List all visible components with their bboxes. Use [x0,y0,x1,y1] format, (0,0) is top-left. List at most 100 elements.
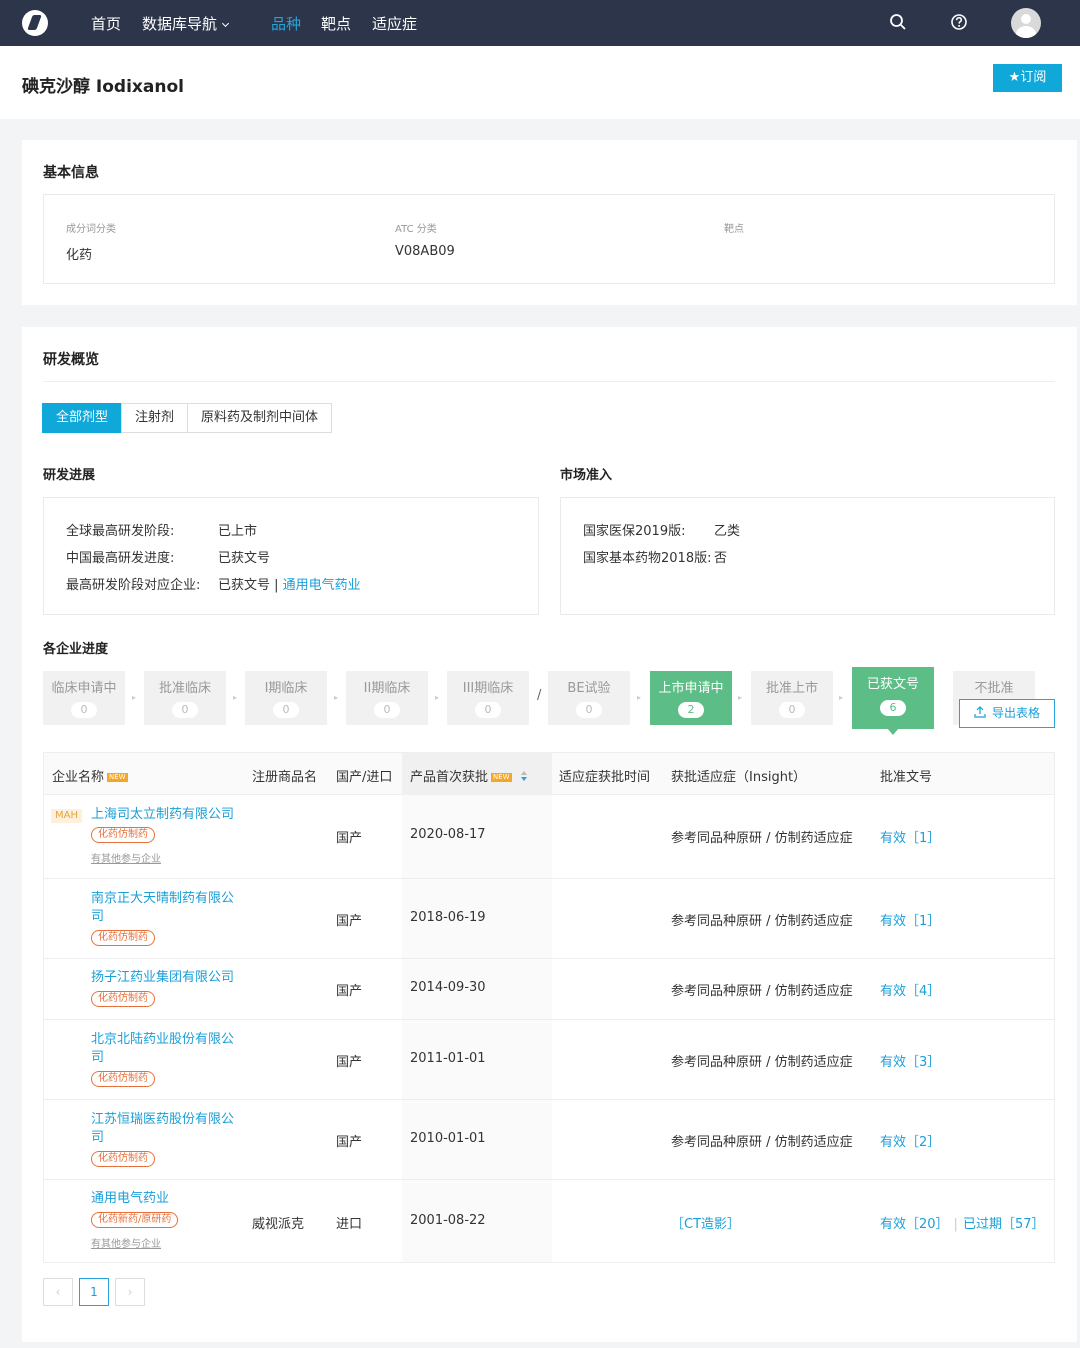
stage-clinical-application[interactable]: 临床申请中 0 [43,671,125,725]
approval-link[interactable]: 有效［1］ [880,827,940,846]
origin-cell: 国产 [336,831,363,846]
logo-icon[interactable] [22,10,48,36]
drug-type-tag: 化药仿制药 [91,1071,155,1087]
origin-cell: 进口 [336,1217,363,1232]
rd-overview-title: 研发概览 [43,352,99,368]
nav-variety[interactable]: 品种 [271,13,301,34]
origin-cell: 国产 [336,914,363,929]
stage-count: 0 [576,702,602,718]
field-value-atc: V08AB09 [395,244,455,259]
company-link[interactable]: 通用电气药业 [91,1190,236,1208]
company-link[interactable]: 江苏恒瑞医药股份有限公司 [91,1111,236,1147]
th-first-approval[interactable]: 产品首次获批 NEW [410,766,528,785]
approval-link[interactable]: 有效［1］ [880,910,940,929]
nav-indication[interactable]: 适应症 [372,13,417,34]
tab-all-dosage[interactable]: 全部剂型 [42,403,123,433]
table-row: 通用电气药业 化药新药/原研药 有其他参与企业 威视派克 进口 2001-08-… [44,1180,1054,1262]
table-header: 企业名称 NEW 注册商品名 国产/进口 产品首次获批 NEW 适应症获批时间 获批… [44,753,1054,795]
th-first-approval-label: 产品首次获批 [410,770,489,785]
stage-name: 临床申请中 [51,681,117,696]
insurance-label: 国家医保2019版: [583,524,686,539]
company-table: 企业名称 NEW 注册商品名 国产/进口 产品首次获批 NEW 适应症获批时间 获批… [43,752,1055,1263]
indication-cell: 参考同品种原研 / 仿制药适应症 [671,1055,853,1070]
stage-phase-1[interactable]: I期临床 0 [245,671,327,725]
insurance-value[interactable]: 乙类 [714,520,740,539]
other-companies-link[interactable]: 有其他参与企业 [91,850,161,865]
indication-cell: 参考同品种原研 / 仿制药适应症 [671,1135,853,1150]
approval-valid-link[interactable]: 有效［20］ [880,1217,949,1232]
top-company-status: 已获文号 | [218,578,283,593]
subscribe-button[interactable]: ★订阅 [993,64,1062,92]
stage-license-obtained[interactable]: 已获文号 6 [852,667,934,729]
stage-clinical-approved[interactable]: 批准临床 0 [144,671,226,725]
stage-name: BE试验 [567,681,611,696]
indication-cell: 参考同品种原研 / 仿制药适应症 [671,914,853,929]
tab-api-intermediate[interactable]: 原料药及制剂中间体 [187,403,333,433]
divider [43,381,1055,382]
company-link[interactable]: 南京正大天晴制药有限公司 [91,890,236,926]
help-icon[interactable] [950,13,968,31]
arrow-right-icon: ▸ [334,693,339,702]
stage-count: 0 [475,702,501,718]
export-icon [974,706,986,718]
brand-cell: 威视派克 [252,1217,305,1232]
arrow-right-icon: ▸ [132,693,137,702]
approval-expired-link[interactable]: 已过期［57］ [963,1217,1045,1232]
stage-market-application[interactable]: 上市申请中 2 [650,671,732,725]
stage-name: III期临床 [462,681,514,696]
th-indication-time: 适应症获批时间 [559,770,651,785]
nav-target[interactable]: 靶点 [321,13,351,34]
stage-count: 0 [172,702,198,718]
stage-be-trial[interactable]: BE试验 0 [548,671,630,725]
stage-separator: / [537,688,542,703]
arrow-right-icon: ▸ [637,693,642,702]
stage-name: II期临床 [363,681,411,696]
new-badge: NEW [107,773,128,782]
approval-link[interactable]: 有效［2］ [880,1131,940,1150]
next-page-button[interactable]: › [115,1278,145,1306]
nav-database-label: 数据库导航 [142,15,218,33]
basic-info-title: 基本信息 [43,165,99,181]
sort-icon[interactable] [520,770,528,782]
stage-count: 0 [779,702,805,718]
top-company-link[interactable]: 通用电气药业 [283,578,361,593]
drug-type-tag: 化药新药/原研药 [91,1212,179,1228]
chevron-down-icon [221,19,230,28]
stage-phase-3[interactable]: III期临床 0 [447,671,529,725]
top-navbar: 首页 数据库导航 品种 靶点 适应症 [0,0,1080,46]
search-icon[interactable] [889,13,907,31]
table-row: 北京北陆药业股份有限公司 化药仿制药 国产 2011-01-01 参考同品种原研… [44,1020,1054,1100]
user-avatar[interactable] [1011,8,1041,38]
basic-info-card: 基本信息 成分词分类 化药 ATC 分类 V08AB09 靶点 [22,140,1077,305]
export-table-button[interactable]: 导出表格 [959,699,1055,728]
other-companies-link[interactable]: 有其他参与企业 [91,1235,161,1250]
stage-name: 不批准 [974,681,1014,696]
approval-link[interactable]: 有效［4］ [880,980,940,999]
th-company-label: 企业名称 [52,770,105,785]
drug-type-tag: 化药仿制药 [91,827,155,843]
tab-injection[interactable]: 注射剂 [121,403,189,433]
company-link[interactable]: 北京北陆药业股份有限公司 [91,1031,236,1067]
stage-phase-2[interactable]: II期临床 0 [346,671,428,725]
approval-cell: 有效［20］ | 已过期［57］ [880,1213,1044,1232]
dosage-tabs: 全部剂型 注射剂 原料药及制剂中间体 [42,403,333,433]
stage-name: 批准临床 [158,681,211,696]
indication-cell: 参考同品种原研 / 仿制药适应症 [671,984,853,999]
indication-link[interactable]: ［CT造影］ [671,1213,740,1232]
approval-link[interactable]: 有效［3］ [880,1051,940,1070]
nav-home[interactable]: 首页 [91,13,121,34]
nav-database[interactable]: 数据库导航 [142,13,230,34]
company-link[interactable]: 上海司太立制药有限公司 [91,806,236,824]
prev-page-button[interactable]: ‹ [43,1278,73,1306]
stage-count: 0 [71,702,97,718]
table-row: 扬子江药业集团有限公司 化药仿制药 国产 2014-09-30 参考同品种原研 … [44,959,1054,1020]
page-1-button[interactable]: 1 [79,1278,109,1306]
indication-cell: 参考同品种原研 / 仿制药适应症 [671,831,853,846]
company-link[interactable]: 扬子江药业集团有限公司 [91,969,236,987]
active-stage-pointer [887,728,899,735]
date-cell: 2018-06-19 [410,910,486,925]
stage-count: 2 [678,702,704,718]
stage-count: 0 [273,702,299,718]
stage-market-approved[interactable]: 批准上市 0 [751,671,833,725]
arrow-right-icon: ▸ [839,693,844,702]
